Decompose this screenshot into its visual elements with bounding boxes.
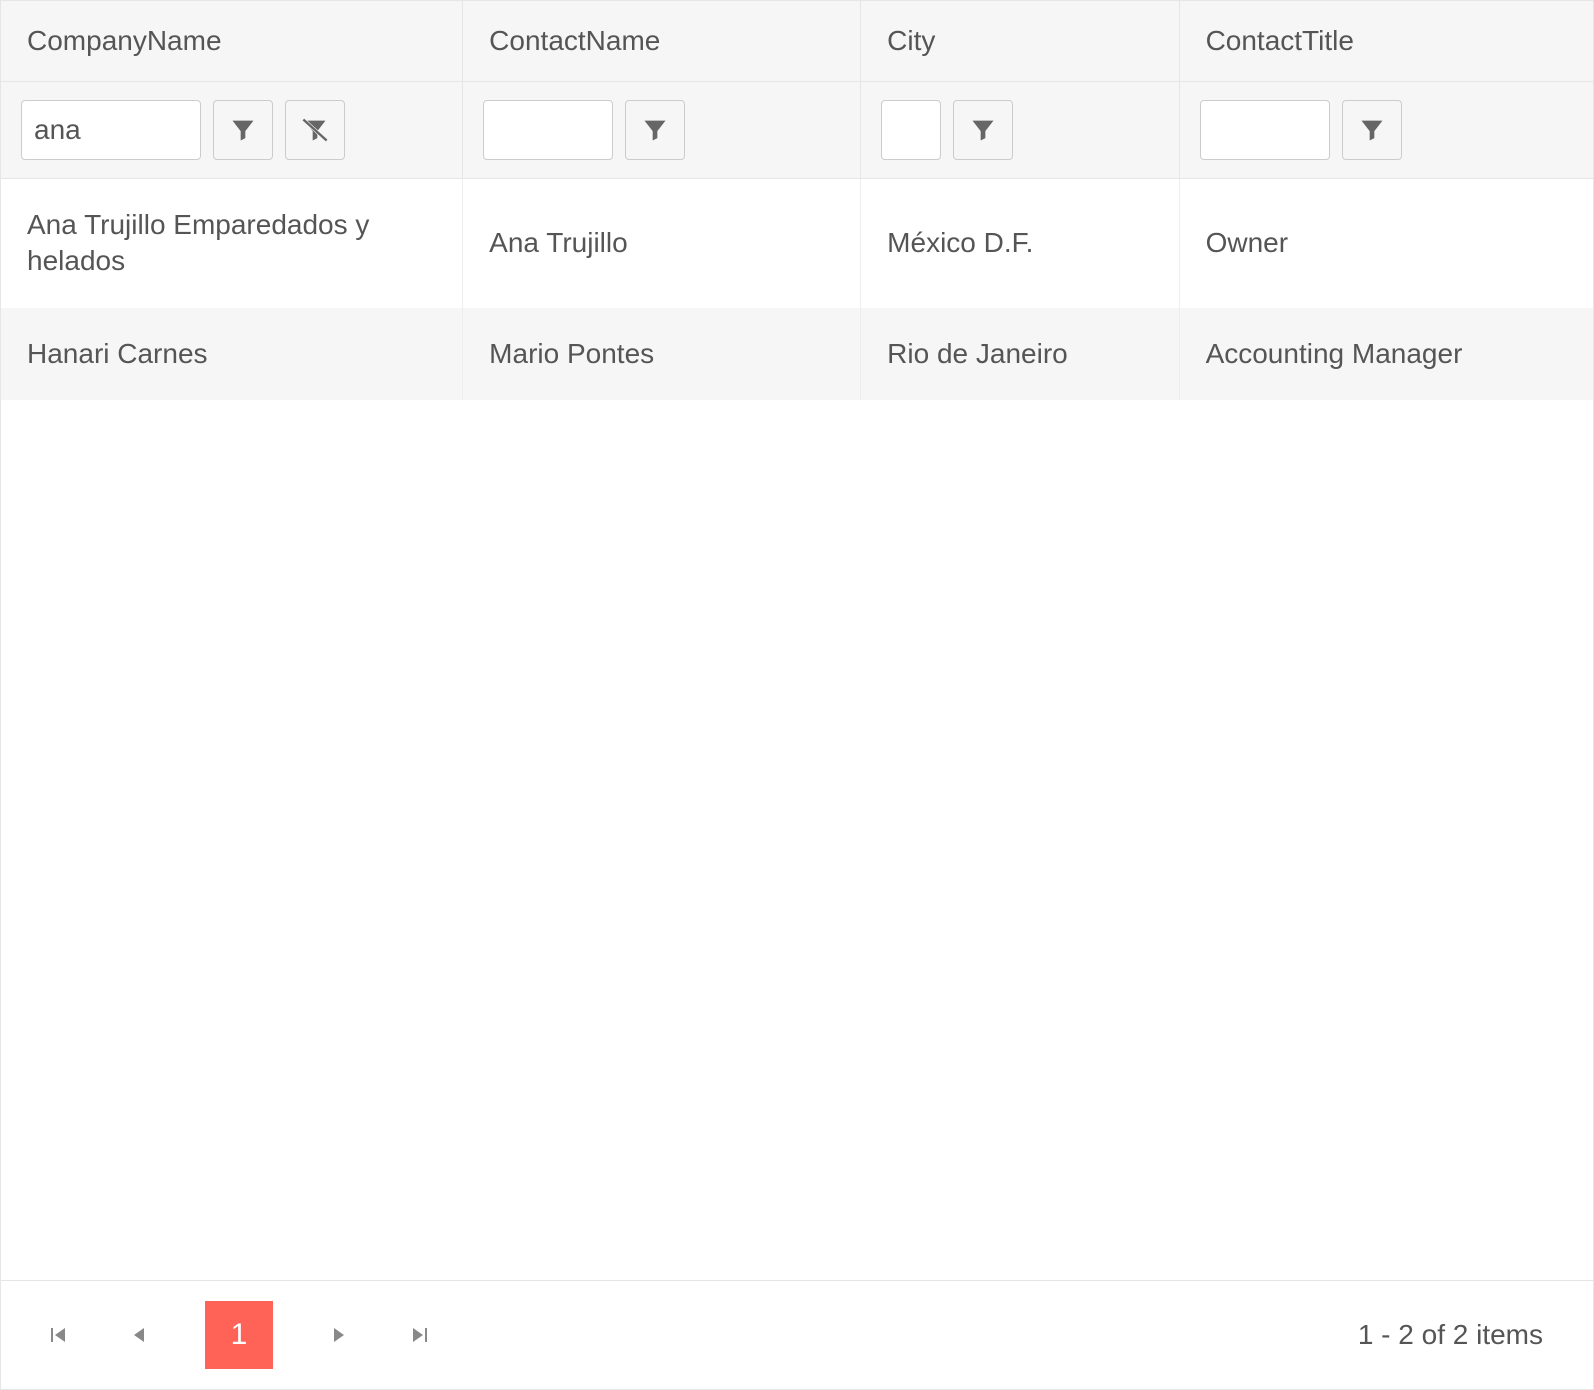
filter-button-companyname[interactable] xyxy=(213,100,273,160)
column-header-companyname[interactable]: CompanyName xyxy=(1,1,463,82)
column-header-label: City xyxy=(887,25,935,56)
cell-contacttitle: Owner xyxy=(1179,179,1593,308)
clear-filter-icon xyxy=(301,116,329,144)
filter-button-contactname[interactable] xyxy=(625,100,685,160)
pager-page-current[interactable]: 1 xyxy=(205,1301,273,1369)
filter-cell-companyname xyxy=(21,100,442,160)
pager-first-button[interactable] xyxy=(41,1319,73,1351)
filter-icon xyxy=(969,116,997,144)
page-prev-icon xyxy=(127,1323,151,1347)
filter-row xyxy=(1,82,1593,179)
pager-last-button[interactable] xyxy=(405,1319,437,1351)
table-row[interactable]: Ana Trujillo Emparedados y helados Ana T… xyxy=(1,179,1593,308)
column-header-row: CompanyName ContactName City ContactTitl… xyxy=(1,1,1593,82)
filter-input-contactname[interactable] xyxy=(483,100,613,160)
grid-body: Ana Trujillo Emparedados y helados Ana T… xyxy=(1,179,1593,1280)
clear-filter-button-companyname[interactable] xyxy=(285,100,345,160)
column-header-label: ContactName xyxy=(489,25,660,56)
filter-icon xyxy=(229,116,257,144)
page-first-icon xyxy=(45,1323,69,1347)
filter-cell-city xyxy=(881,100,1158,160)
cell-contacttitle: Accounting Manager xyxy=(1179,308,1593,400)
column-header-label: ContactTitle xyxy=(1206,25,1354,56)
page-last-icon xyxy=(409,1323,433,1347)
table-row[interactable]: Hanari Carnes Mario Pontes Rio de Janeir… xyxy=(1,308,1593,400)
cell-companyname: Hanari Carnes xyxy=(1,308,463,400)
filter-cell-contacttitle xyxy=(1200,100,1573,160)
filter-input-companyname[interactable] xyxy=(21,100,201,160)
cell-contactname: Ana Trujillo xyxy=(463,179,861,308)
filter-cell-contactname xyxy=(483,100,840,160)
filter-input-contacttitle[interactable] xyxy=(1200,100,1330,160)
filter-button-contacttitle[interactable] xyxy=(1342,100,1402,160)
pager-page-label: 1 xyxy=(231,1318,248,1352)
data-grid: CompanyName ContactName City ContactTitl… xyxy=(0,0,1594,1390)
grid-header: CompanyName ContactName City ContactTitl… xyxy=(1,1,1593,179)
column-header-city[interactable]: City xyxy=(861,1,1179,82)
cell-companyname: Ana Trujillo Emparedados y helados xyxy=(1,179,463,308)
column-header-label: CompanyName xyxy=(27,25,222,56)
filter-button-city[interactable] xyxy=(953,100,1013,160)
column-header-contacttitle[interactable]: ContactTitle xyxy=(1179,1,1593,82)
filter-icon xyxy=(641,116,669,144)
cell-city: Rio de Janeiro xyxy=(861,308,1179,400)
pager-nav: 1 xyxy=(41,1301,437,1369)
pager: 1 1 - 2 of 2 items xyxy=(1,1280,1593,1389)
cell-contactname: Mario Pontes xyxy=(463,308,861,400)
cell-city: México D.F. xyxy=(861,179,1179,308)
filter-icon xyxy=(1358,116,1386,144)
page-next-icon xyxy=(327,1323,351,1347)
filter-input-city[interactable] xyxy=(881,100,941,160)
pager-prev-button[interactable] xyxy=(123,1319,155,1351)
pager-next-button[interactable] xyxy=(323,1319,355,1351)
pager-info: 1 - 2 of 2 items xyxy=(1358,1319,1543,1351)
column-header-contactname[interactable]: ContactName xyxy=(463,1,861,82)
